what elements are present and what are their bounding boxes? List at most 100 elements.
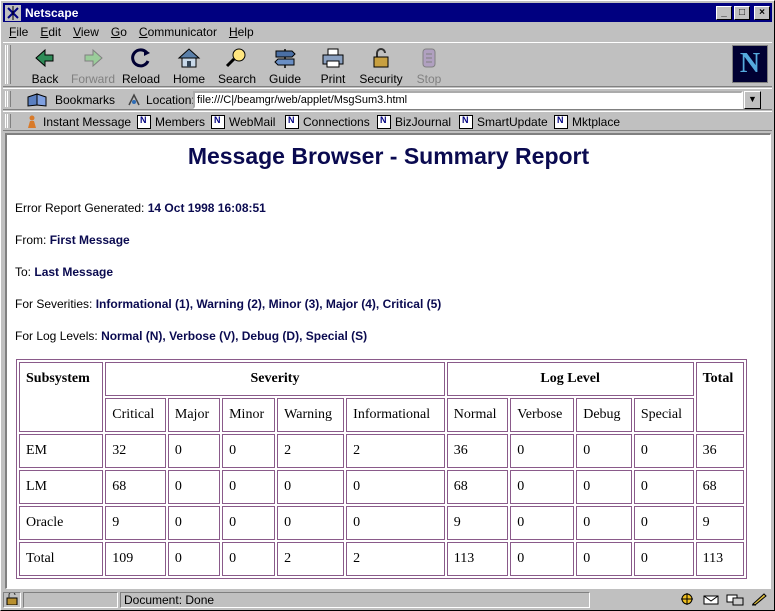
reload-button[interactable]: Reload xyxy=(117,46,165,86)
minimize-button[interactable]: _ xyxy=(716,5,732,20)
close-button[interactable]: × xyxy=(754,5,770,20)
severities-line: For Severities: Informational (1), Warni… xyxy=(15,297,442,311)
personal-item-smartupdate[interactable]: SmartUpdate xyxy=(459,114,548,130)
column-header: Warning xyxy=(277,398,345,432)
personal-toolbar-grip[interactable] xyxy=(5,114,11,128)
menu-help[interactable]: Help xyxy=(223,25,260,39)
menu-bar: File Edit View Go Communicator Help xyxy=(3,23,772,41)
column-header: Major xyxy=(167,398,221,432)
netscape-app-icon[interactable] xyxy=(5,4,21,21)
subsystem-header: Subsystem xyxy=(19,362,104,432)
stop-button[interactable]: Stop xyxy=(405,46,453,86)
location-label: Location: xyxy=(127,92,195,108)
table-cell: 113 xyxy=(695,542,744,576)
to-line: To: Last Message xyxy=(15,265,114,279)
table-cell: 32 xyxy=(105,434,166,468)
table-cell: 0 xyxy=(346,506,445,540)
column-header: Informational xyxy=(346,398,445,432)
location-toolbar-grip[interactable] xyxy=(5,91,11,107)
bookmark-page-icon xyxy=(211,115,225,129)
personal-item-bizjournal[interactable]: BizJournal xyxy=(377,114,451,130)
table-cell: 0 xyxy=(576,434,632,468)
guide-signpost-icon xyxy=(272,46,298,70)
table-cell: 0 xyxy=(510,470,575,504)
guide-button[interactable]: Guide xyxy=(261,46,309,86)
table-row: Total 109 0 0 2 2 113 0 0 0 113 xyxy=(19,542,744,576)
column-header: Minor xyxy=(222,398,276,432)
location-history-dropdown[interactable]: ▼ xyxy=(744,91,761,109)
table-cell: 0 xyxy=(576,470,632,504)
row-subsystem-cell: EM xyxy=(19,434,104,468)
row-subsystem-cell: Total xyxy=(19,542,104,576)
progress-bar xyxy=(23,592,118,608)
loglevels-line: For Log Levels: Normal (N), Verbose (V),… xyxy=(15,329,368,343)
column-header: Debug xyxy=(576,398,632,432)
table-cell: 2 xyxy=(277,542,345,576)
back-button[interactable]: Back xyxy=(21,46,69,86)
home-button[interactable]: Home xyxy=(165,46,213,86)
search-icon xyxy=(224,46,250,70)
table-row: Oracle 9 0 0 0 0 9 0 0 0 9 xyxy=(19,506,744,540)
bookmark-page-icon xyxy=(377,115,391,129)
table-cell: 68 xyxy=(105,470,166,504)
home-icon xyxy=(176,46,202,70)
loglevels-value: Normal (N), Verbose (V), Debug (D), Spec… xyxy=(101,329,368,343)
table-cell: 0 xyxy=(510,506,575,540)
status-bar: Document: Done xyxy=(3,591,772,609)
personal-item-members[interactable]: Members xyxy=(137,114,205,130)
security-status-icon[interactable] xyxy=(3,591,21,608)
back-arrow-icon xyxy=(32,46,58,70)
bookmark-page-icon xyxy=(285,115,299,129)
table-cell: 0 xyxy=(167,506,221,540)
personal-item-connections[interactable]: Connections xyxy=(285,114,370,130)
forward-arrow-icon xyxy=(80,46,106,70)
stop-icon xyxy=(416,46,442,70)
table-cell: 0 xyxy=(576,542,632,576)
bookmarks-icon xyxy=(27,93,49,107)
maximize-button[interactable]: □ xyxy=(734,5,750,20)
table-cell: 9 xyxy=(695,506,744,540)
menu-view[interactable]: View xyxy=(67,25,105,39)
menu-go[interactable]: Go xyxy=(105,25,133,39)
row-subsystem-cell: LM xyxy=(19,470,104,504)
security-button[interactable]: Security xyxy=(357,46,405,86)
table-cell: 0 xyxy=(576,506,632,540)
toolbar-grip[interactable] xyxy=(5,45,11,84)
title-bar: Netscape _ □ × xyxy=(3,3,772,22)
location-url-input[interactable] xyxy=(193,91,743,109)
composer-icon[interactable] xyxy=(750,592,768,606)
printer-icon xyxy=(320,46,346,70)
padlock-icon xyxy=(368,46,394,70)
table-cell: 9 xyxy=(105,506,166,540)
table-row: EM 32 0 0 2 2 36 0 0 0 36 xyxy=(19,434,744,468)
personal-item-mktplace[interactable]: Mktplace xyxy=(554,114,620,130)
table-body: EM 32 0 0 2 2 36 0 0 0 36 LM 68 0 0 0 0 68 0 0 0 68 Oracle 9 0 0 0… xyxy=(19,434,744,576)
menu-edit[interactable]: Edit xyxy=(34,25,67,39)
print-button[interactable]: Print xyxy=(309,46,357,86)
table-cell: 2 xyxy=(277,434,345,468)
page-title: Message Browser - Summary Report xyxy=(187,143,590,169)
personal-item-instant-message[interactable]: Instant Message xyxy=(25,114,131,130)
page-proxy-icon[interactable] xyxy=(127,93,141,107)
location-toolbar: Bookmarks Location: ▼ xyxy=(3,88,772,110)
table-cell: 36 xyxy=(446,434,509,468)
table-row: LM 68 0 0 0 0 68 0 0 0 68 xyxy=(19,470,744,504)
table-cell: 36 xyxy=(695,434,744,468)
table-cell: 0 xyxy=(222,542,276,576)
netscape-logo[interactable]: N xyxy=(732,45,768,83)
menu-communicator[interactable]: Communicator xyxy=(133,25,223,39)
row-subsystem-cell: Oracle xyxy=(19,506,104,540)
column-header: Critical xyxy=(105,398,166,432)
navigator-icon[interactable] xyxy=(678,592,696,606)
mail-icon[interactable] xyxy=(702,592,720,606)
forward-button[interactable]: Forward xyxy=(69,46,117,86)
report-generated-value: 14 Oct 1998 16:08:51 xyxy=(147,201,266,215)
column-header: Special xyxy=(633,398,694,432)
netscape-n-logo-icon: N xyxy=(739,48,761,79)
table-cell: 0 xyxy=(346,470,445,504)
personal-item-webmail[interactable]: WebMail xyxy=(211,114,275,130)
menu-file[interactable]: File xyxy=(3,25,34,39)
bookmarks-button[interactable]: Bookmarks xyxy=(27,92,115,108)
newsgroups-icon[interactable] xyxy=(726,592,744,606)
search-button[interactable]: Search xyxy=(213,46,261,86)
